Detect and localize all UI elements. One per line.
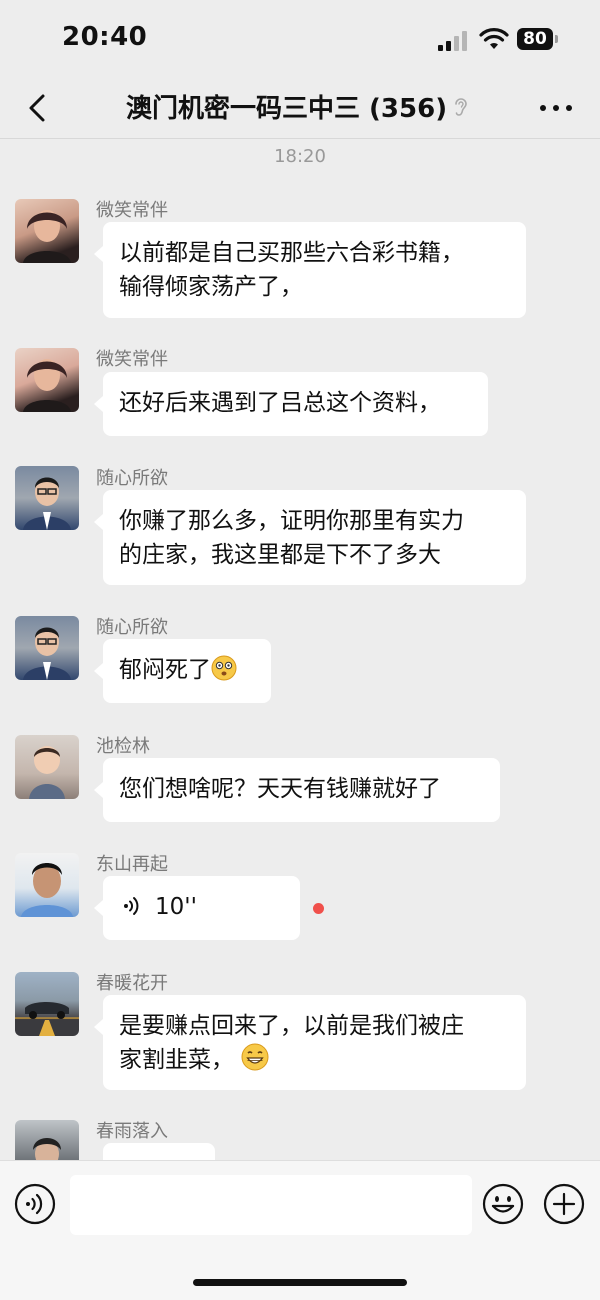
- wifi-icon: [479, 28, 509, 49]
- sender-name: 春暖花开: [96, 973, 168, 994]
- message-bubble[interactable]: [94, 1143, 215, 1183]
- message-bubble[interactable]: 以前都是自己买那些六合彩书籍， 输得倾家荡产了，: [94, 222, 526, 318]
- avatar[interactable]: [15, 616, 79, 680]
- sender-name: 微笑常伴: [96, 349, 168, 370]
- sender-name: 东山再起: [96, 854, 168, 875]
- message-bubble[interactable]: 是要赚点回来了，以前是我们被庄 家割韭菜，: [94, 995, 526, 1090]
- status-time: 20:40: [62, 22, 148, 52]
- sender-name: 池检林: [96, 736, 150, 757]
- avatar[interactable]: [15, 735, 79, 799]
- sender-name: 春雨落入: [96, 1121, 168, 1142]
- sender-name: 微笑常伴: [96, 200, 168, 221]
- smiley-icon[interactable]: [482, 1183, 524, 1225]
- voice-message-bubble[interactable]: 10'': [94, 876, 300, 940]
- sender-name: 随心所欲: [96, 468, 168, 489]
- message-bubble[interactable]: 你赚了那么多，证明你那里有实力 的庄家，我这里都是下不了多大: [94, 490, 526, 585]
- voice-wave-icon: [124, 897, 139, 915]
- chat-title: 澳门机密一码三中三 (356): [126, 94, 448, 124]
- status-bar: 20:40 80: [0, 0, 600, 80]
- grinning-face-icon: [241, 1043, 269, 1071]
- message-bubble[interactable]: 还好后来遇到了吕总这个资料，: [94, 372, 488, 436]
- avatar[interactable]: [15, 199, 79, 263]
- battery-icon: 80: [517, 28, 553, 50]
- unread-voice-dot: [313, 903, 324, 914]
- home-indicator[interactable]: [193, 1279, 407, 1286]
- more-dots-icon[interactable]: [538, 94, 574, 122]
- avatar[interactable]: [15, 466, 79, 530]
- battery-tip: [555, 35, 558, 43]
- sender-name: 随心所欲: [96, 617, 168, 638]
- avatar[interactable]: [15, 1120, 79, 1160]
- dizzy-face-icon: [211, 655, 237, 681]
- voice-icon[interactable]: [14, 1183, 56, 1225]
- avatar[interactable]: [15, 348, 79, 412]
- avatar[interactable]: [15, 853, 79, 917]
- chat-header: 澳门机密一码三中三 (356): [0, 80, 600, 139]
- message-bubble[interactable]: 您们想啥呢？天天有钱赚就好了: [94, 758, 500, 822]
- plus-icon[interactable]: [543, 1183, 585, 1225]
- chat-timestamp: 18:20: [274, 146, 326, 167]
- signal-icon: [438, 31, 470, 51]
- avatar[interactable]: [15, 972, 79, 1036]
- message-input[interactable]: [70, 1175, 472, 1235]
- ear-mute-icon: [455, 98, 467, 116]
- chevron-left-icon[interactable]: [24, 90, 54, 126]
- message-bubble[interactable]: 郁闷死了: [94, 639, 271, 703]
